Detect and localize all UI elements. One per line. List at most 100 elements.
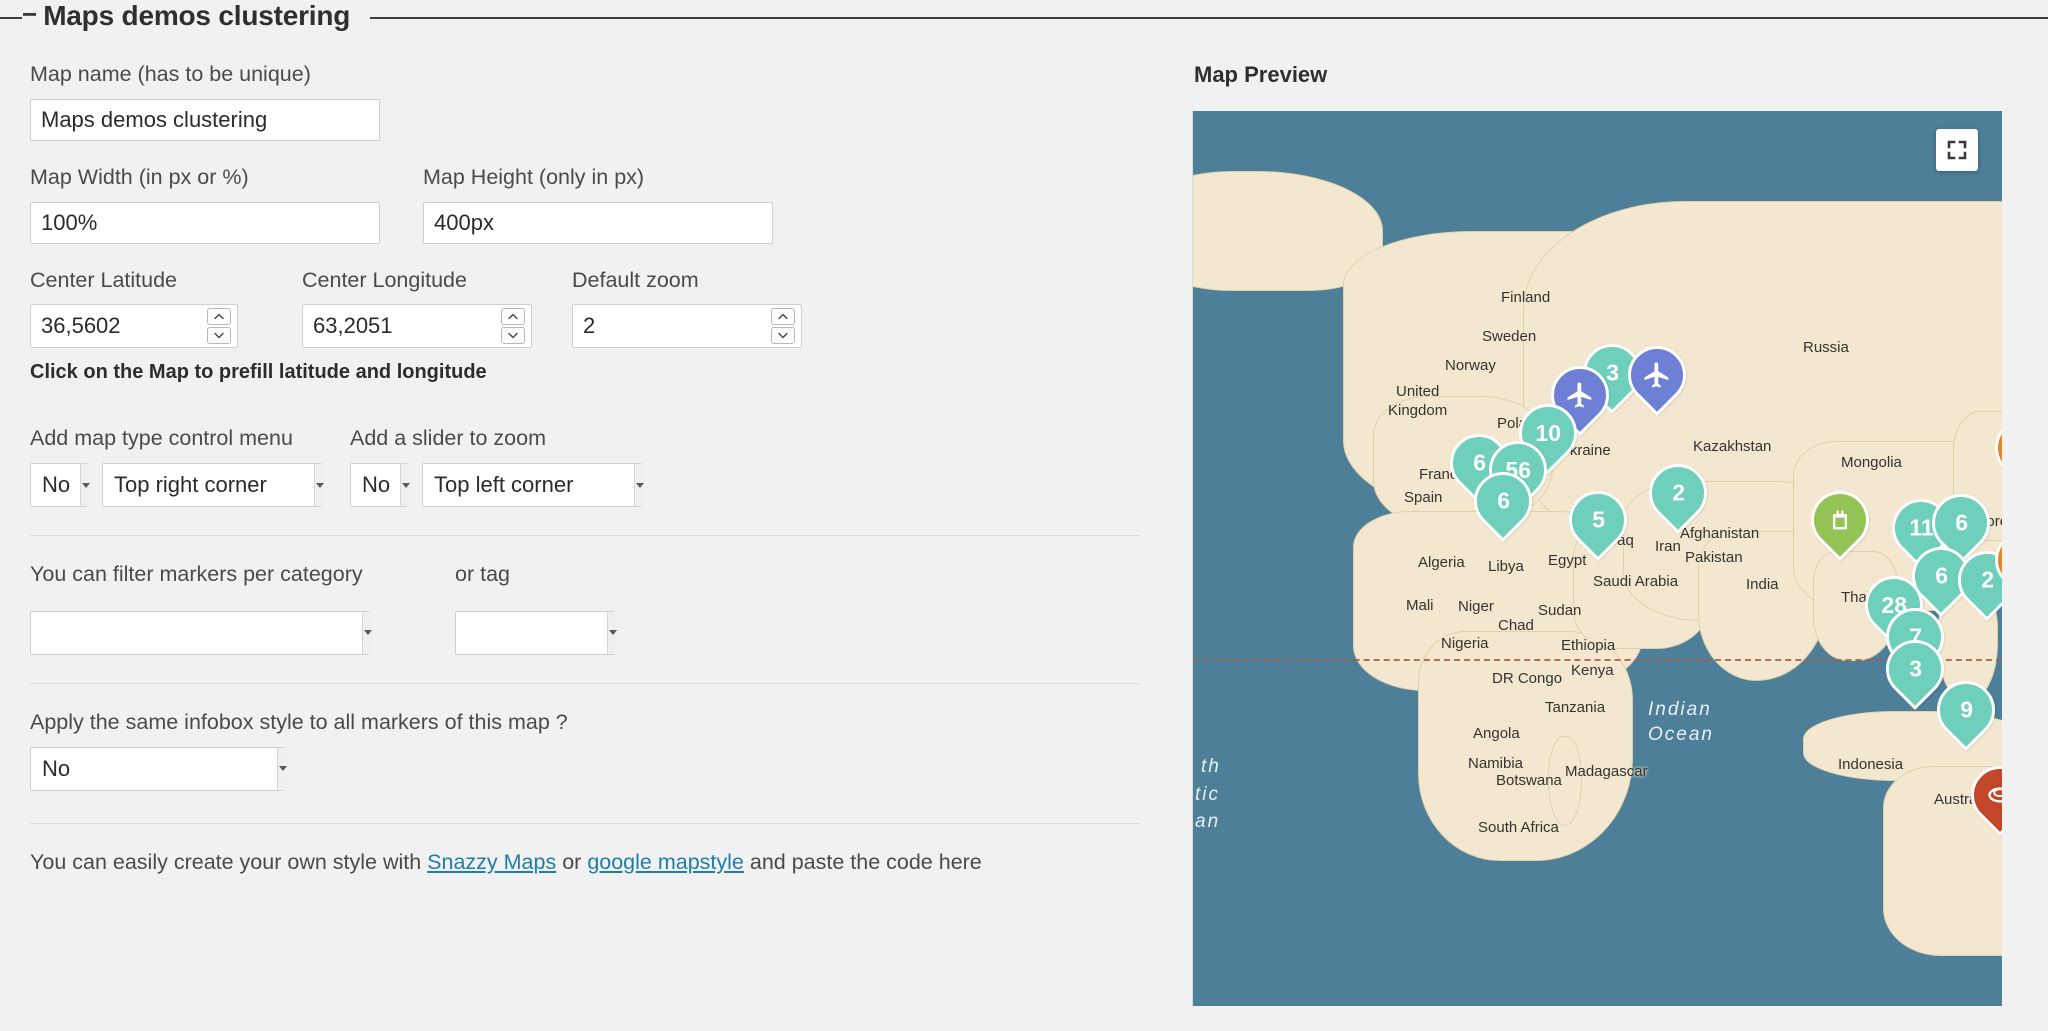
map-country-label: Tanzania — [1545, 699, 1605, 716]
map-country-label: Botswana — [1496, 772, 1562, 789]
map-country-label: Afghanistan — [1680, 525, 1759, 542]
infobox-style-label: Apply the same infobox style to all mark… — [30, 710, 1155, 736]
equator-line — [1193, 659, 2002, 661]
center-latitude-group: Center Latitude — [30, 268, 302, 349]
infobox-style-value: No — [31, 748, 284, 790]
map-country-label: Sudan — [1538, 602, 1581, 619]
map-canvas[interactable]: FinlandSwedenNorwayRussiaUnitedKingdomPo… — [1192, 111, 2002, 1006]
map-country-label: Spain — [1404, 489, 1442, 506]
cluster-count-label: 5 — [1592, 507, 1605, 534]
map-country-label: Sweden — [1482, 328, 1536, 345]
filter-tag-chevron-down-icon[interactable] — [607, 612, 617, 654]
map-ocean-label: Indian — [1648, 699, 1712, 721]
default-zoom-input[interactable] — [573, 305, 771, 347]
map-country-label: Egypt — [1548, 552, 1586, 569]
map-country-label: Namibia — [1468, 755, 1523, 772]
map-country-label: Niger — [1458, 598, 1494, 615]
map-ocean-label: Ocean — [1648, 724, 1714, 746]
zoom-slider-enabled-value: No — [351, 464, 407, 506]
map-width-label: Map Width (in px or %) — [30, 165, 335, 191]
zoom-slider-position-chevron-down-icon[interactable] — [634, 464, 644, 506]
center-latitude-spin-buttons[interactable] — [207, 305, 231, 347]
infobox-style-chevron-down-icon[interactable] — [277, 748, 287, 790]
map-country-label: Kazakhstan — [1693, 438, 1771, 455]
cluster-count-label: 9 — [1960, 697, 1973, 724]
map-country-label: United — [1396, 383, 1439, 400]
settings-form: Map name (has to be unique) Map Width (i… — [30, 62, 1155, 875]
map-width-group: Map Width (in px or %) — [30, 165, 335, 244]
center-latitude-spinner[interactable] — [30, 304, 238, 348]
map-country-label: DR Congo — [1492, 670, 1562, 687]
map-ocean-label: tic — [1195, 784, 1220, 806]
filter-tag-select[interactable] — [455, 611, 615, 655]
divider-2 — [30, 683, 1140, 684]
cluster-count-label: 6 — [1955, 510, 1968, 537]
fieldset-legend: − Maps demos clustering — [22, 0, 360, 32]
latitude-decrement-icon[interactable] — [207, 327, 231, 344]
cluster-count-label: 6 — [1497, 488, 1510, 515]
filter-category-chevron-down-icon[interactable] — [362, 612, 372, 654]
map-settings-page: − Maps demos clustering Map name (has to… — [0, 0, 2048, 1031]
default-zoom-spinner[interactable] — [572, 304, 802, 348]
center-longitude-group: Center Longitude — [302, 268, 572, 349]
map-country-label: Kenya — [1571, 662, 1614, 679]
style-note: You can easily create your own style wit… — [30, 850, 1155, 875]
map-country-label: India — [1746, 576, 1779, 593]
zoom-slider-enabled-select[interactable]: No — [350, 463, 408, 507]
collapse-toggle-icon[interactable]: − — [22, 1, 37, 27]
map-country-label: Norway — [1445, 357, 1496, 374]
map-type-position-chevron-down-icon[interactable] — [314, 464, 324, 506]
longitude-decrement-icon[interactable] — [501, 327, 525, 344]
cluster-count-label: 3 — [1606, 360, 1619, 387]
map-country-label: Ethiopia — [1561, 637, 1615, 654]
map-type-enabled-select[interactable]: No — [30, 463, 88, 507]
map-country-label: Algeria — [1418, 554, 1465, 571]
fullscreen-icon[interactable] — [1936, 129, 1978, 171]
map-country-label: Russia — [1803, 339, 1849, 356]
zoom-increment-icon[interactable] — [771, 308, 795, 325]
map-type-enabled-chevron-down-icon[interactable] — [80, 464, 90, 506]
snazzy-maps-link[interactable]: Snazzy Maps — [427, 850, 556, 874]
center-latitude-input[interactable] — [31, 305, 207, 347]
zoom-slider-position-select[interactable]: Top left corner — [422, 463, 642, 507]
map-height-label: Map Height (only in px) — [423, 165, 773, 191]
map-name-input[interactable] — [30, 99, 380, 141]
filter-category-group: You can filter markers per category — [30, 562, 455, 655]
map-country-label: Kingdom — [1388, 402, 1447, 419]
infobox-style-select[interactable]: No — [30, 747, 285, 791]
style-note-middle: or — [556, 850, 587, 874]
map-type-enabled-value: No — [31, 464, 87, 506]
default-zoom-group: Default zoom — [572, 268, 802, 349]
coordinates-row: Center Latitude Center Longitude — [30, 268, 1155, 349]
map-name-label: Map name (has to be unique) — [30, 62, 1155, 88]
fieldset-line-left — [0, 17, 22, 19]
map-ocean-label: th — [1201, 756, 1221, 778]
center-longitude-input[interactable] — [303, 305, 501, 347]
map-type-position-value: Top right corner — [103, 464, 321, 506]
filter-tag-label: or tag — [455, 562, 655, 588]
default-zoom-spin-buttons[interactable] — [771, 305, 795, 347]
zoom-slider-enabled-chevron-down-icon[interactable] — [400, 464, 410, 506]
zoom-decrement-icon[interactable] — [771, 327, 795, 344]
center-longitude-spinner[interactable] — [302, 304, 532, 348]
longitude-increment-icon[interactable] — [501, 308, 525, 325]
fieldset-line-right — [370, 17, 2048, 19]
map-height-input[interactable] — [423, 202, 773, 244]
map-type-position-select[interactable]: Top right corner — [102, 463, 322, 507]
filter-category-select[interactable] — [30, 611, 370, 655]
map-type-control-label: Add map type control menu — [30, 426, 350, 452]
center-latitude-label: Center Latitude — [30, 268, 302, 294]
cluster-count-label: 10 — [1535, 420, 1561, 447]
center-longitude-label: Center Longitude — [302, 268, 572, 294]
map-width-input[interactable] — [30, 202, 380, 244]
zoom-slider-position-value: Top left corner — [423, 464, 641, 506]
map-country-label: Mali — [1406, 597, 1434, 614]
cluster-count-label: 2 — [1672, 480, 1685, 507]
cluster-count-label: 11 — [1909, 515, 1933, 542]
map-country-label: Madagascar — [1565, 763, 1648, 780]
google-mapstyle-link[interactable]: google mapstyle — [587, 850, 744, 874]
map-ocean-label: an — [1195, 811, 1220, 833]
map-country-label: Chad — [1498, 617, 1534, 634]
center-longitude-spin-buttons[interactable] — [501, 305, 525, 347]
latitude-increment-icon[interactable] — [207, 308, 231, 325]
